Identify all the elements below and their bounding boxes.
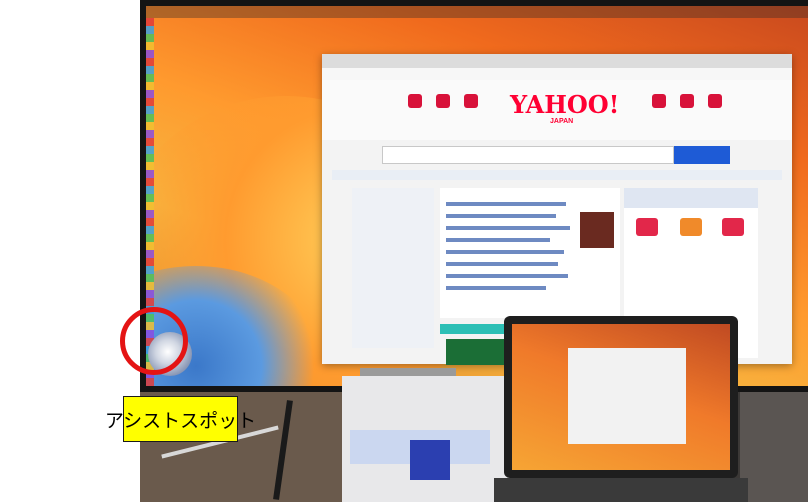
login-header xyxy=(624,188,758,208)
yahoo-logo: YAHOO! xyxy=(510,90,620,119)
service-icon xyxy=(652,94,666,108)
news-line xyxy=(446,250,564,254)
info-banner xyxy=(332,170,782,180)
mac-menubar xyxy=(146,6,808,18)
service-icon xyxy=(408,94,422,108)
laptop-screen xyxy=(512,324,730,470)
news-line xyxy=(446,226,570,230)
news-line xyxy=(446,286,546,290)
callout-label: アシストスポット xyxy=(105,396,256,442)
service-icon xyxy=(436,94,450,108)
service-menu xyxy=(352,188,434,348)
service-icon xyxy=(680,218,702,236)
highlight-circle xyxy=(120,307,188,375)
news-line xyxy=(446,214,556,218)
service-icon xyxy=(464,94,478,108)
yahoo-logo-sub: JAPAN xyxy=(550,118,574,125)
box-print xyxy=(410,440,450,480)
service-icon xyxy=(708,94,722,108)
laptop-browser-window xyxy=(568,348,686,444)
promo-card xyxy=(446,339,506,365)
laptop-base xyxy=(494,478,748,502)
news-line xyxy=(446,262,558,266)
news-line xyxy=(446,274,568,278)
news-line xyxy=(446,202,566,206)
search-button xyxy=(674,146,730,164)
yahoo-header: YAHOO! JAPAN xyxy=(322,80,792,140)
service-icon xyxy=(636,218,658,236)
browser-tabbar xyxy=(322,54,792,68)
shelf xyxy=(740,392,808,502)
news-line xyxy=(446,238,550,242)
news-panel xyxy=(440,188,620,318)
service-icon xyxy=(722,218,744,236)
service-icon xyxy=(680,94,694,108)
search-input xyxy=(382,146,674,164)
news-thumbnail xyxy=(580,212,614,248)
